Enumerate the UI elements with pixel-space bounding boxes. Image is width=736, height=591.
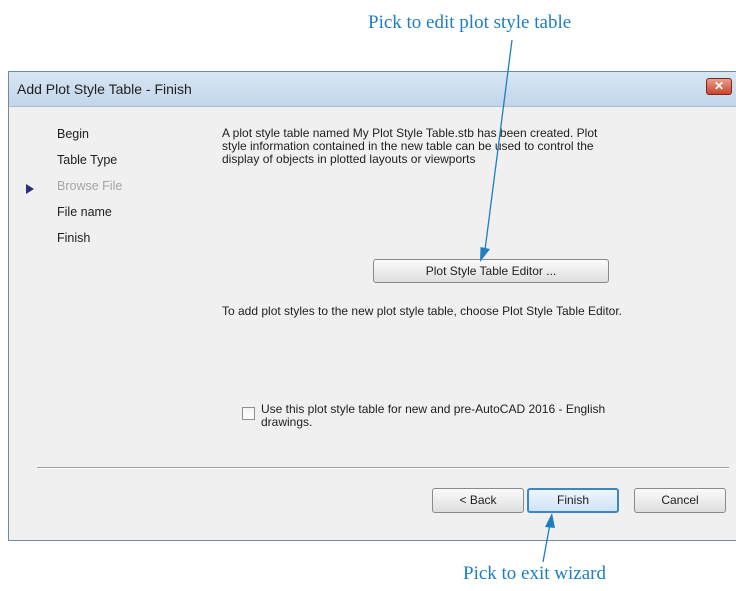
pointer-arrowhead-exit (545, 513, 555, 528)
pointer-line-edit (484, 39, 513, 251)
pointer-arrowhead-edit (480, 247, 490, 262)
pointer-line-exit (542, 523, 551, 563)
callout-pointers (480, 39, 555, 563)
